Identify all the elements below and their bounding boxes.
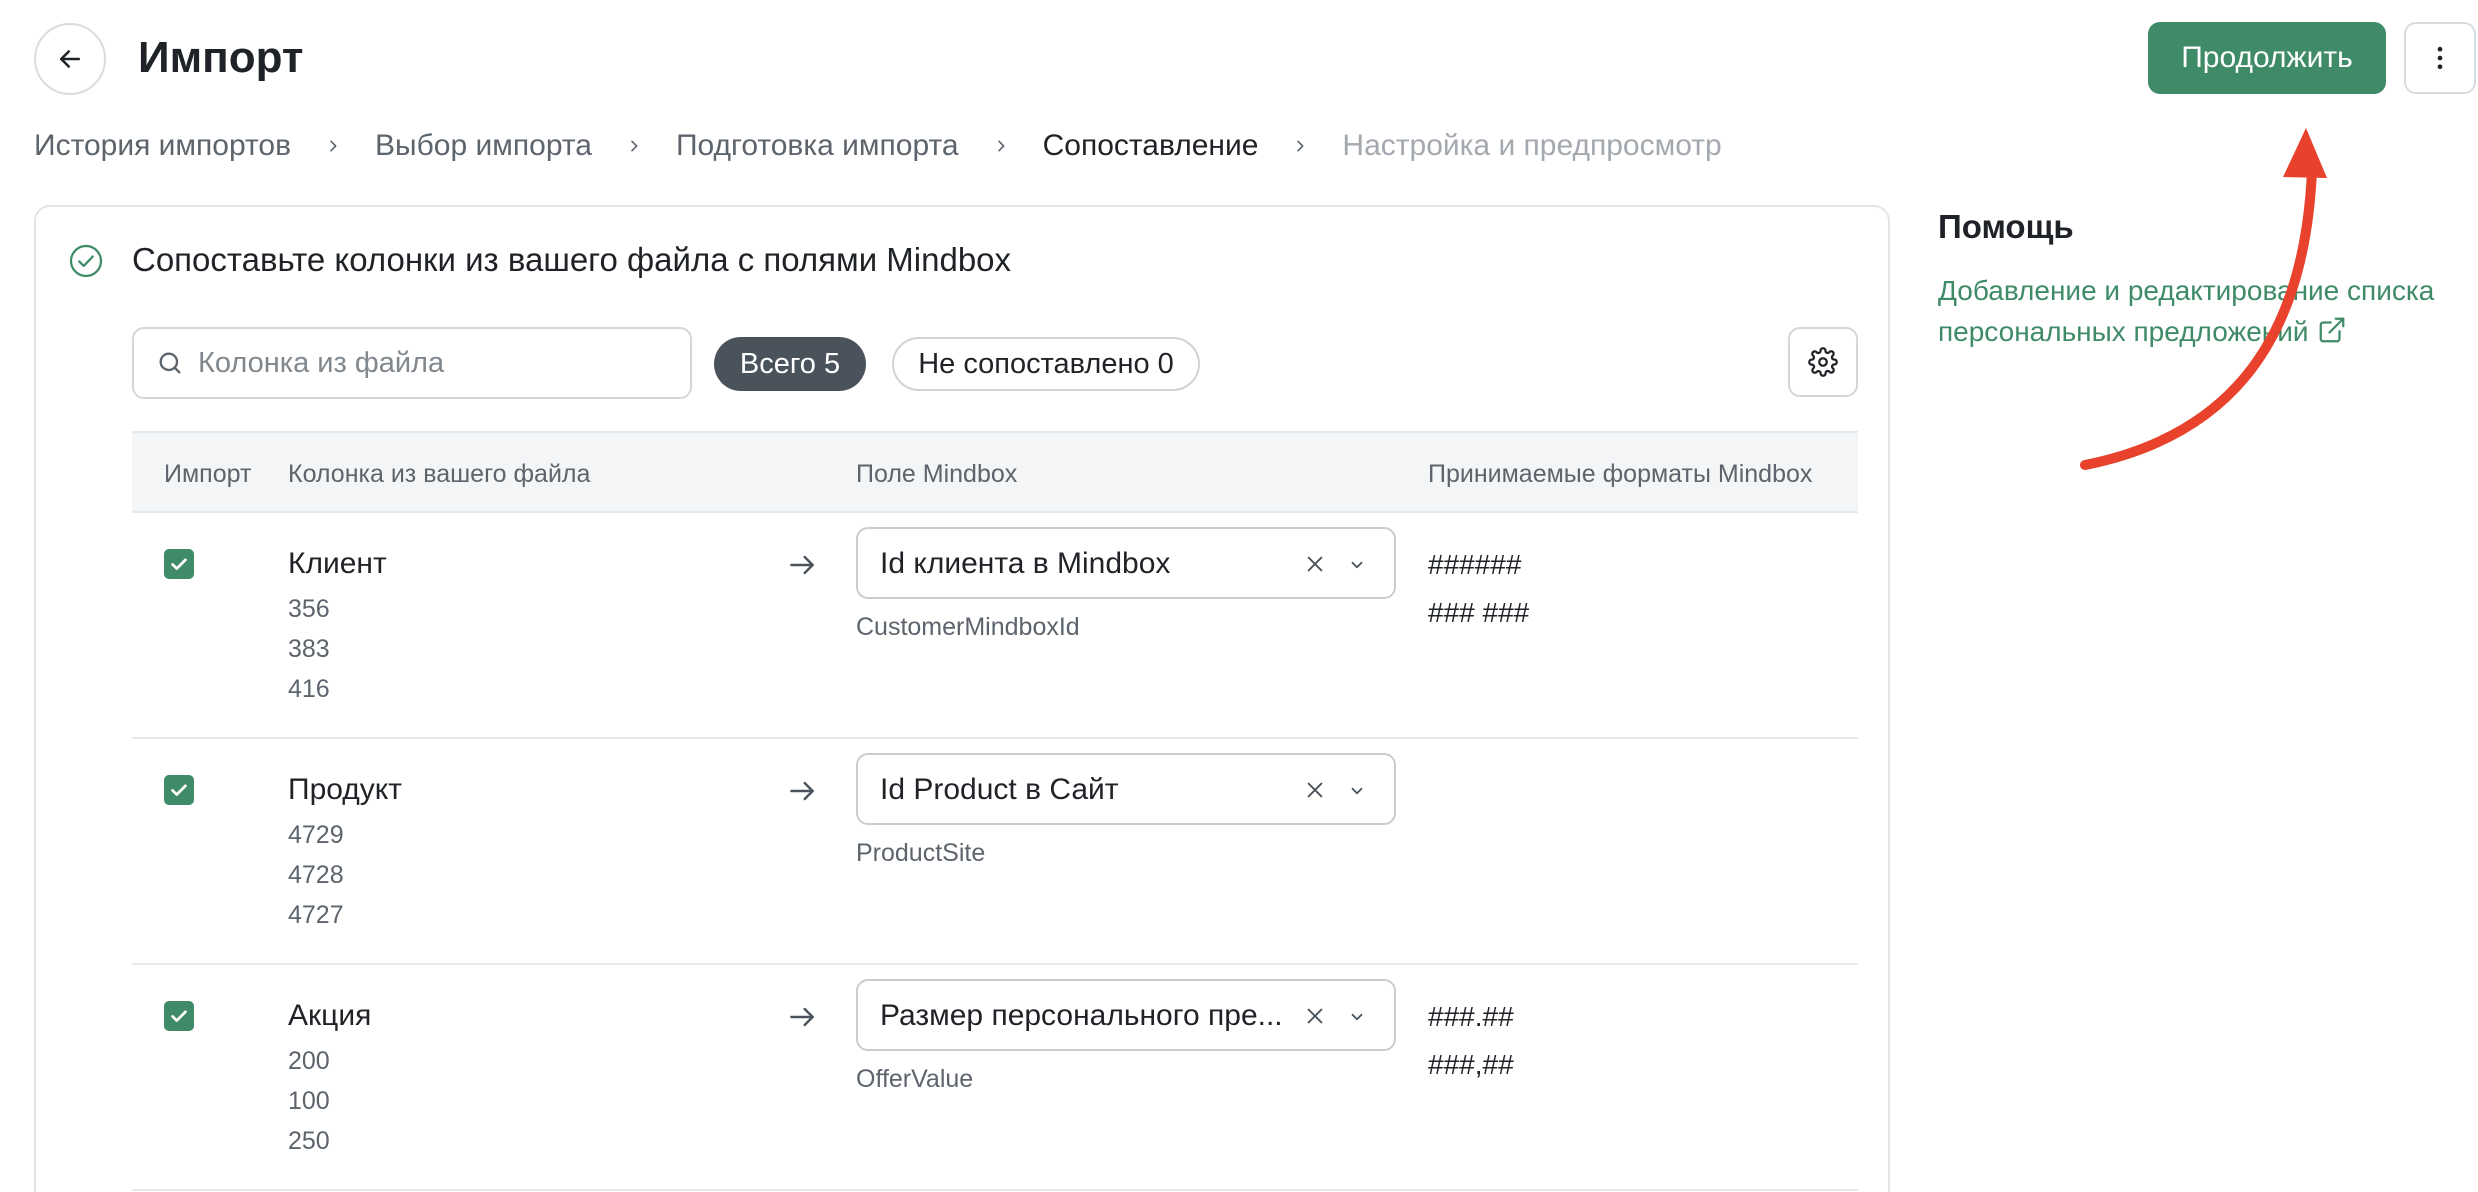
continue-button[interactable]: Продолжить xyxy=(2148,22,2386,94)
sample-value: 250 xyxy=(288,1127,330,1155)
check-circle-icon xyxy=(68,243,104,284)
accepted-format: ###.## xyxy=(1428,1001,1514,1032)
sample-value: 4727 xyxy=(288,901,344,929)
accepted-format: ###### xyxy=(1428,549,1522,580)
file-column-name: Акция xyxy=(288,999,372,1032)
import-checkbox[interactable] xyxy=(164,775,194,805)
import-checkbox[interactable] xyxy=(164,1001,194,1031)
check-icon xyxy=(171,1010,187,1022)
table-settings-button[interactable] xyxy=(1788,327,1858,397)
breadcrumb-mapping: Сопоставление xyxy=(1042,129,1259,162)
arrow-right-icon xyxy=(786,775,818,812)
page-title: Импорт xyxy=(138,33,304,82)
sample-value: 356 xyxy=(288,595,330,623)
close-icon[interactable] xyxy=(1304,553,1326,580)
breadcrumb: История импортов Выбор импорта Подготовк… xyxy=(34,124,1722,168)
field-system-name: ProductSite xyxy=(856,839,986,867)
close-icon[interactable] xyxy=(1304,1005,1326,1032)
filter-chip-all[interactable]: Всего 5 xyxy=(714,337,866,391)
selected-field: Id Product в Сайт xyxy=(880,773,1119,806)
more-vertical-icon xyxy=(2437,46,2443,70)
table-header: Импорт Колонка из вашего файла Поле Mind… xyxy=(132,431,1858,513)
arrow-right-icon xyxy=(786,1001,818,1038)
mindbox-field-select[interactable]: Размер персонального пре... xyxy=(856,979,1396,1051)
sample-value: 416 xyxy=(288,675,330,703)
check-icon xyxy=(171,784,187,796)
chevron-right-icon xyxy=(325,138,341,154)
breadcrumb-settings-preview: Настройка и предпросмотр xyxy=(1342,129,1722,162)
sample-value: 383 xyxy=(288,635,330,663)
chevron-right-icon xyxy=(993,138,1009,154)
header-file-column: Колонка из вашего файла xyxy=(288,460,591,488)
card-title: Сопоставьте колонки из вашего файла с по… xyxy=(132,241,1012,278)
search-input[interactable] xyxy=(198,346,638,380)
filter-chip-unmatched[interactable]: Не сопоставлено 0 xyxy=(892,337,1200,391)
chevron-down-icon[interactable] xyxy=(1348,556,1366,579)
close-icon[interactable] xyxy=(1304,779,1326,806)
selected-field: Id клиента в Mindbox xyxy=(880,547,1171,580)
accepted-format: ### ### xyxy=(1428,597,1530,628)
field-system-name: CustomerMindboxId xyxy=(856,613,1080,641)
mapping-card: Сопоставьте колонки из вашего файла с по… xyxy=(34,205,1890,1192)
chevron-down-icon[interactable] xyxy=(1348,1008,1366,1031)
help-link[interactable]: Добавление и редактирование списка персо… xyxy=(1938,270,2478,356)
file-column-name: Продукт xyxy=(288,773,402,806)
sample-value: 200 xyxy=(288,1047,330,1075)
field-system-name: OfferValue xyxy=(856,1065,974,1093)
mindbox-field-select[interactable]: Id Product в Сайт xyxy=(856,753,1396,825)
chevron-right-icon xyxy=(626,138,642,154)
mindbox-field-select[interactable]: Id клиента в Mindbox xyxy=(856,527,1396,599)
header-mindbox-field: Поле Mindbox xyxy=(856,460,1018,488)
sample-value: 4728 xyxy=(288,861,344,889)
header-formats: Принимаемые форматы Mindbox xyxy=(1428,460,1813,488)
search-icon xyxy=(156,349,184,377)
breadcrumb-prepare-import[interactable]: Подготовка импорта xyxy=(676,129,959,163)
help-title: Помощь xyxy=(1938,208,2074,245)
help-link-line2: персональных предложений xyxy=(1938,316,2309,347)
sample-value: 100 xyxy=(288,1087,330,1115)
external-link-icon xyxy=(2317,315,2347,356)
table-row: Акция 200 100 250 Размер персонального п… xyxy=(132,965,1858,1191)
breadcrumb-history[interactable]: История импортов xyxy=(34,129,291,163)
table-row: Продукт 4729 4728 4727 Id Product в Сайт… xyxy=(132,739,1858,965)
check-icon xyxy=(171,558,187,570)
gear-icon xyxy=(1808,347,1838,377)
file-column-name: Клиент xyxy=(288,547,387,580)
accepted-format: ###,## xyxy=(1428,1049,1514,1080)
selected-field: Размер персонального пре... xyxy=(880,999,1283,1032)
search-box xyxy=(132,327,692,399)
import-checkbox[interactable] xyxy=(164,549,194,579)
chevron-right-icon xyxy=(1292,138,1308,154)
arrow-right-icon xyxy=(786,549,818,586)
back-button[interactable] xyxy=(34,23,106,95)
table-row: Клиент 356 383 416 Id клиента в Mindbox … xyxy=(132,513,1858,739)
chevron-down-icon[interactable] xyxy=(1348,782,1366,805)
breadcrumb-select-import[interactable]: Выбор импорта xyxy=(375,129,592,163)
import-page: Импорт Продолжить История импортов Выбор… xyxy=(0,0,2478,1192)
sample-value: 4729 xyxy=(288,821,344,849)
more-options-button[interactable] xyxy=(2404,22,2476,94)
arrow-left-icon xyxy=(60,50,80,68)
help-link-line1: Добавление и редактирование списка xyxy=(1938,275,2435,306)
header-import: Импорт xyxy=(164,460,252,488)
